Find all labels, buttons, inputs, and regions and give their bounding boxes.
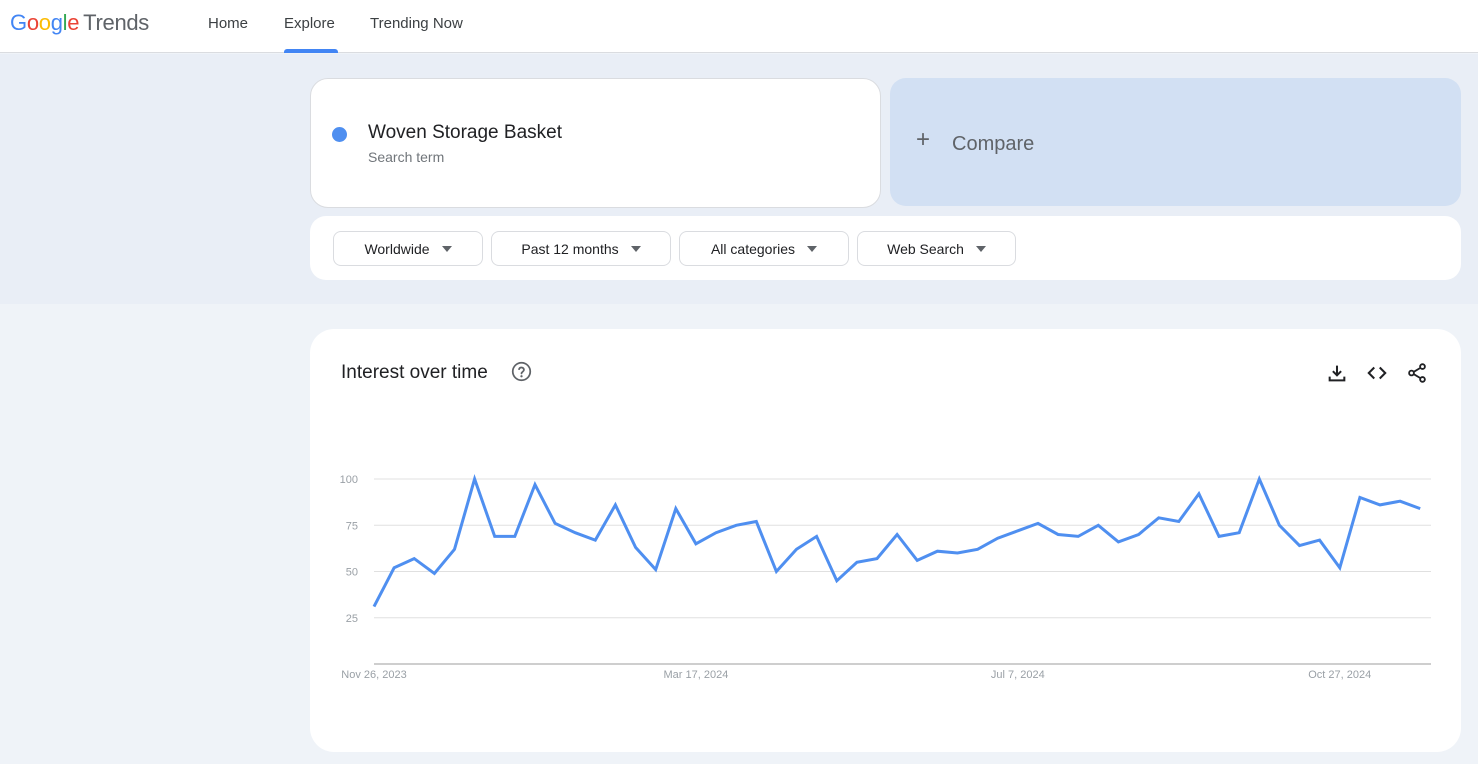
data-point[interactable] (650, 564, 662, 576)
y-tick-label: 50 (346, 567, 358, 579)
filter-category[interactable]: All categories (679, 231, 849, 266)
data-point[interactable] (1334, 562, 1346, 574)
data-point[interactable] (730, 519, 742, 531)
compare-button[interactable]: + Compare (890, 78, 1461, 206)
nav-home[interactable]: Home (208, 15, 248, 32)
data-point[interactable] (811, 530, 823, 542)
data-point[interactable] (891, 529, 903, 541)
compare-label: Compare (952, 133, 1035, 155)
google-trends-logo[interactable]: Google Trends (10, 10, 149, 36)
data-point[interactable] (791, 543, 803, 555)
data-point[interactable] (1354, 492, 1366, 504)
data-point[interactable] (529, 479, 541, 491)
data-point[interactable] (710, 527, 722, 539)
filter-region-label: Worldwide (364, 240, 430, 257)
data-point[interactable] (388, 562, 400, 574)
filter-search-type[interactable]: Web Search (857, 231, 1016, 266)
nav-trending-now[interactable]: Trending Now (370, 15, 463, 32)
data-point[interactable] (1213, 530, 1225, 542)
y-tick-label: 75 (346, 520, 358, 532)
data-point[interactable] (368, 601, 380, 613)
data-point[interactable] (911, 554, 923, 566)
x-tick-label: Jul 7, 2024 (991, 669, 1045, 681)
active-tab-indicator (284, 49, 338, 53)
data-point[interactable] (609, 499, 621, 511)
caret-down-icon (441, 245, 452, 252)
interest-over-time-card: Interest over time 25 50 75 100 Nov 26, 202… (310, 329, 1461, 752)
data-point[interactable] (871, 553, 883, 565)
top-app-bar: Google Trends Home Explore Trending Now (0, 0, 1478, 53)
data-point[interactable] (630, 541, 642, 553)
data-point[interactable] (1112, 536, 1124, 548)
data-point[interactable] (1394, 495, 1406, 507)
filter-search-type-label: Web Search (887, 240, 964, 257)
data-point[interactable] (549, 517, 561, 529)
data-point[interactable] (1233, 527, 1245, 539)
filter-region[interactable]: Worldwide (333, 231, 483, 266)
series-line[interactable] (372, 474, 1421, 608)
data-point[interactable] (509, 530, 521, 542)
data-point[interactable] (1032, 517, 1044, 529)
data-point[interactable] (690, 538, 702, 550)
data-point[interactable] (1052, 529, 1064, 541)
data-point[interactable] (428, 567, 440, 579)
data-point[interactable] (851, 556, 863, 568)
nav-explore[interactable]: Explore (284, 15, 335, 32)
data-point[interactable] (831, 575, 843, 587)
data-point[interactable] (1092, 519, 1104, 531)
data-point[interactable] (1253, 473, 1265, 485)
x-tick-label: Nov 26, 2023 (341, 669, 406, 681)
search-term-name[interactable]: Woven Storage Basket (368, 122, 562, 144)
data-point[interactable] (1294, 540, 1306, 552)
data-point[interactable] (1374, 499, 1386, 511)
filter-time-range[interactable]: Past 12 months (491, 231, 671, 266)
caret-down-icon (807, 245, 818, 252)
data-point[interactable] (408, 553, 420, 565)
data-point[interactable] (1193, 488, 1205, 500)
data-point[interactable] (1072, 530, 1084, 542)
filters-bar: Worldwide Past 12 months All categories … (310, 216, 1461, 280)
data-point[interactable] (1414, 503, 1426, 515)
data-point[interactable] (569, 527, 581, 539)
x-tick-label: Oct 27, 2024 (1308, 669, 1371, 681)
plus-icon: + (916, 126, 931, 153)
interest-line-chart: 25 50 75 100 Nov 26, 2023 Mar 17, 2024 Jul 7,… (340, 473, 1431, 681)
data-point[interactable] (469, 473, 481, 485)
series-color-dot (332, 127, 347, 142)
data-point[interactable] (992, 532, 1004, 544)
filter-time-range-label: Past 12 months (521, 240, 619, 257)
x-tick-label: Mar 17, 2024 (664, 669, 729, 681)
data-point[interactable] (750, 516, 762, 528)
data-point[interactable] (931, 545, 943, 557)
data-point[interactable] (1012, 525, 1024, 537)
data-point[interactable] (1273, 519, 1285, 531)
data-point[interactable] (589, 534, 601, 546)
y-tick-label: 25 (346, 613, 358, 625)
data-point[interactable] (770, 566, 782, 578)
y-tick-label: 100 (340, 474, 358, 486)
data-point[interactable] (448, 543, 460, 555)
search-term-card[interactable]: Woven Storage Basket Search term (310, 78, 881, 208)
data-point[interactable] (489, 530, 501, 542)
data-point[interactable] (1133, 529, 1145, 541)
data-point[interactable] (972, 543, 984, 555)
filter-category-label: All categories (710, 240, 796, 257)
data-point[interactable] (951, 547, 963, 559)
data-point[interactable] (670, 503, 682, 515)
caret-down-icon (630, 245, 641, 252)
search-term-type: Search term (368, 149, 445, 165)
data-point[interactable] (1314, 534, 1326, 546)
caret-down-icon (975, 245, 986, 252)
data-point[interactable] (1153, 512, 1165, 524)
data-point[interactable] (1173, 516, 1185, 528)
